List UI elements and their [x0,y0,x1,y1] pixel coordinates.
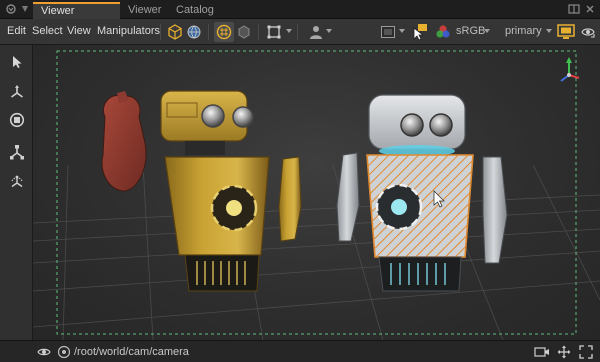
refresh-eye-icon[interactable] [578,22,598,42]
camera-frame-icon[interactable] [264,22,284,42]
color-management-icon[interactable] [433,22,453,42]
rotate-tool-icon[interactable] [6,109,27,130]
display-monitor-icon[interactable] [556,22,576,42]
scene-render [33,50,600,340]
camera-user-icon[interactable] [306,22,326,42]
frame-all-icon[interactable] [556,344,572,360]
pane-split-icon[interactable] [568,3,580,15]
grid-toggle-icon[interactable] [214,22,234,42]
select-tool-arrow-icon[interactable] [6,51,27,72]
object-display-icon[interactable] [165,22,185,42]
menu-edit[interactable]: Edit [7,25,26,37]
robot-yellow [101,90,302,292]
tab-viewer-hydra[interactable]: Viewer (Hydra) [33,2,120,31]
pane-pin-icon[interactable] [18,2,32,16]
tab-catalog[interactable]: Catalog [168,2,220,19]
fullscreen-icon[interactable] [578,344,594,360]
toolbar-separator [208,24,209,40]
toolbar-separator [258,24,259,40]
menu-manipulators[interactable]: Manipulators [97,25,160,37]
camera-lock-icon[interactable] [534,344,550,360]
lighting-icon[interactable] [234,22,254,42]
robot-white [336,94,508,292]
aov-label[interactable]: primary [505,25,542,37]
toolbar-separator [160,24,161,40]
camera-path-label[interactable]: /root/world/cam/camera [74,346,189,358]
transform-tool-icon[interactable] [6,171,27,192]
viewer-tool-column [0,45,33,340]
translate-tool-icon[interactable] [6,81,27,102]
viewport-3d[interactable] [33,45,600,340]
tab-viewer[interactable]: Viewer [120,2,168,19]
toolbar-separator [297,24,298,40]
viewer-toolbar: Edit Select View Manipulators sRGB prima… [0,19,600,45]
chevron-down-icon[interactable] [399,29,405,33]
pane-close-icon[interactable] [584,3,596,15]
chevron-down-icon[interactable] [286,29,292,33]
pane-menu-icon[interactable] [4,2,18,16]
status-bar: /root/world/cam/camera [0,340,600,362]
menu-select[interactable]: Select [32,25,63,37]
camera-path-icon[interactable] [56,344,72,360]
eye-icon[interactable] [36,344,52,360]
menu-view[interactable]: View [67,25,91,37]
color-space-label[interactable]: sRGB [456,25,485,37]
selection-pick-icon[interactable] [410,22,430,42]
tab-bar: Viewer (Hydra) Viewer Catalog [0,0,600,31]
chevron-down-icon[interactable] [546,29,552,33]
background-color-icon[interactable] [378,22,398,42]
globe-icon[interactable] [184,22,204,42]
chevron-down-icon[interactable] [484,29,490,33]
chevron-down-icon[interactable] [326,29,332,33]
scale-tool-icon[interactable] [6,141,27,162]
